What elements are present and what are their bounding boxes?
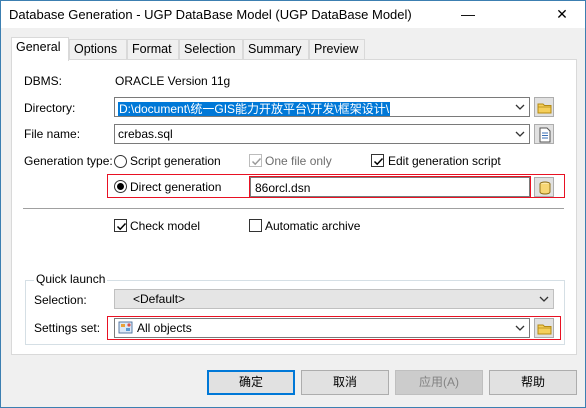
script-generation-radio[interactable] — [114, 155, 127, 168]
database-icon — [539, 181, 551, 195]
chevron-down-icon[interactable] — [513, 127, 527, 141]
direct-generation-radio[interactable] — [114, 180, 127, 193]
browse-directory-button[interactable] — [534, 97, 554, 117]
selection-combo[interactable]: <Default> — [114, 289, 554, 309]
document-icon — [539, 127, 551, 143]
separator — [23, 208, 564, 209]
checkmark-icon — [116, 222, 127, 231]
file-name-label: File name: — [24, 127, 81, 141]
select-data-source-button[interactable] — [534, 177, 554, 197]
ok-button[interactable]: 确定 — [207, 370, 295, 395]
edit-file-button[interactable] — [534, 124, 554, 144]
chevron-down-icon[interactable] — [537, 292, 551, 306]
edit-generation-script-label[interactable]: Edit generation script — [388, 154, 501, 168]
selection-value[interactable]: <Default> — [133, 292, 185, 306]
close-button[interactable]: ✕ — [539, 1, 585, 28]
file-name-combo[interactable]: crebas.sql — [114, 124, 530, 144]
generation-type-label: Generation type: — [24, 154, 113, 168]
selection-label: Selection: — [34, 293, 87, 307]
chevron-down-icon[interactable] — [513, 100, 527, 114]
dbms-label: DBMS: — [24, 74, 63, 88]
settings-set-icon — [118, 321, 133, 334]
settings-set-label: Settings set: — [34, 321, 101, 335]
tab-preview[interactable]: Preview — [309, 39, 365, 60]
tab-format[interactable]: Format — [127, 39, 179, 60]
one-file-only-label: One file only — [265, 154, 332, 168]
title-bar[interactable]: Database Generation - UGP DataBase Model… — [1, 1, 585, 28]
direct-generation-label[interactable]: Direct generation — [130, 180, 221, 194]
browse-settings-set-button[interactable] — [534, 318, 554, 338]
check-model-checkbox[interactable] — [114, 219, 127, 232]
apply-button[interactable]: 应用(A) — [395, 370, 483, 395]
directory-label: Directory: — [24, 101, 76, 115]
script-generation-label[interactable]: Script generation — [130, 154, 221, 168]
window-title: Database Generation - UGP DataBase Model… — [9, 7, 412, 22]
cancel-button[interactable]: 取消 — [301, 370, 389, 395]
settings-set-combo[interactable]: All objects — [114, 318, 530, 338]
help-button[interactable]: 帮助 — [489, 370, 577, 395]
database-generation-dialog: Database Generation - UGP DataBase Model… — [0, 0, 586, 408]
tab-general[interactable]: General — [11, 37, 69, 61]
automatic-archive-checkbox[interactable] — [249, 219, 262, 232]
automatic-archive-label[interactable]: Automatic archive — [265, 219, 360, 233]
minimize-button[interactable]: — — [445, 1, 491, 28]
checkmark-icon — [373, 157, 384, 166]
data-source-highlight — [249, 176, 531, 198]
settings-set-value[interactable]: All objects — [137, 321, 192, 335]
checkmark-icon — [251, 157, 262, 166]
dbms-value: ORACLE Version 11g — [115, 74, 231, 88]
folder-icon — [537, 103, 552, 114]
tab-summary[interactable]: Summary — [243, 39, 309, 60]
directory-combo[interactable]: D:\document\统一GIS能力开放平台\开发\框架设计\ — [114, 97, 530, 117]
quick-launch-title: Quick launch — [34, 272, 108, 286]
directory-value[interactable]: D:\document\统一GIS能力开放平台\开发\框架设计\ — [118, 100, 391, 117]
check-model-label[interactable]: Check model — [130, 219, 200, 233]
one-file-only-checkbox[interactable] — [249, 154, 262, 167]
file-name-value[interactable]: crebas.sql — [118, 127, 173, 141]
edit-generation-script-checkbox[interactable] — [371, 154, 384, 167]
tab-selection[interactable]: Selection — [179, 39, 243, 60]
chevron-down-icon[interactable] — [513, 321, 527, 335]
folder-icon — [537, 324, 552, 335]
tab-options[interactable]: Options — [69, 39, 127, 60]
